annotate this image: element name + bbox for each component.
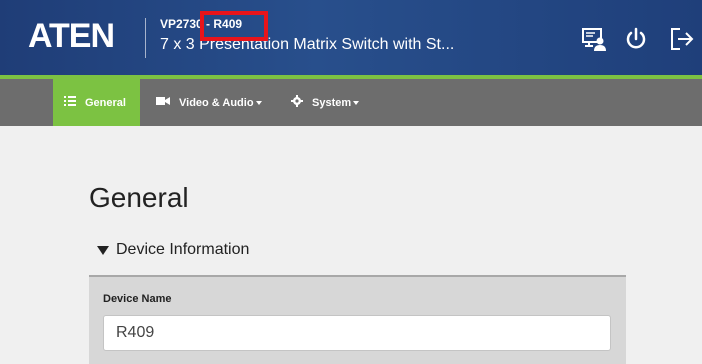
section-toggle-device-info[interactable]: Device Information bbox=[97, 241, 249, 259]
logo-text: ATEN bbox=[28, 17, 115, 55]
highlight-annotation bbox=[200, 11, 268, 41]
list-icon bbox=[64, 96, 76, 109]
main-content: General Device Information Device Name bbox=[0, 126, 702, 364]
nav-general[interactable]: General bbox=[53, 79, 140, 126]
app-header: ATEN VP2730 - R409 7 x 3 Presentation Ma… bbox=[0, 0, 702, 75]
device-info-panel: Device Name bbox=[89, 275, 626, 364]
main-nav: General Video & Audio System bbox=[0, 79, 702, 126]
header-divider bbox=[145, 18, 146, 58]
chevron-down-icon bbox=[255, 100, 262, 105]
nav-system-label: System bbox=[312, 96, 352, 109]
section-title: Device Information bbox=[116, 241, 250, 258]
triangle-down-icon bbox=[97, 245, 109, 255]
nav-general-label: General bbox=[85, 96, 126, 109]
aten-logo: ATEN bbox=[28, 17, 115, 55]
device-name-label: Device Name bbox=[103, 293, 172, 305]
video-icon bbox=[156, 96, 170, 109]
chevron-down-icon bbox=[353, 100, 360, 105]
nav-video-audio-label: Video & Audio bbox=[179, 96, 254, 109]
gear-icon bbox=[291, 95, 303, 110]
user-monitor-icon[interactable] bbox=[581, 26, 607, 52]
page-title: General bbox=[89, 182, 189, 213]
nav-system[interactable]: System bbox=[291, 79, 360, 126]
device-name-input[interactable] bbox=[103, 315, 611, 351]
nav-video-audio[interactable]: Video & Audio bbox=[156, 79, 262, 126]
logout-icon[interactable] bbox=[669, 26, 695, 52]
power-icon[interactable] bbox=[623, 26, 649, 52]
